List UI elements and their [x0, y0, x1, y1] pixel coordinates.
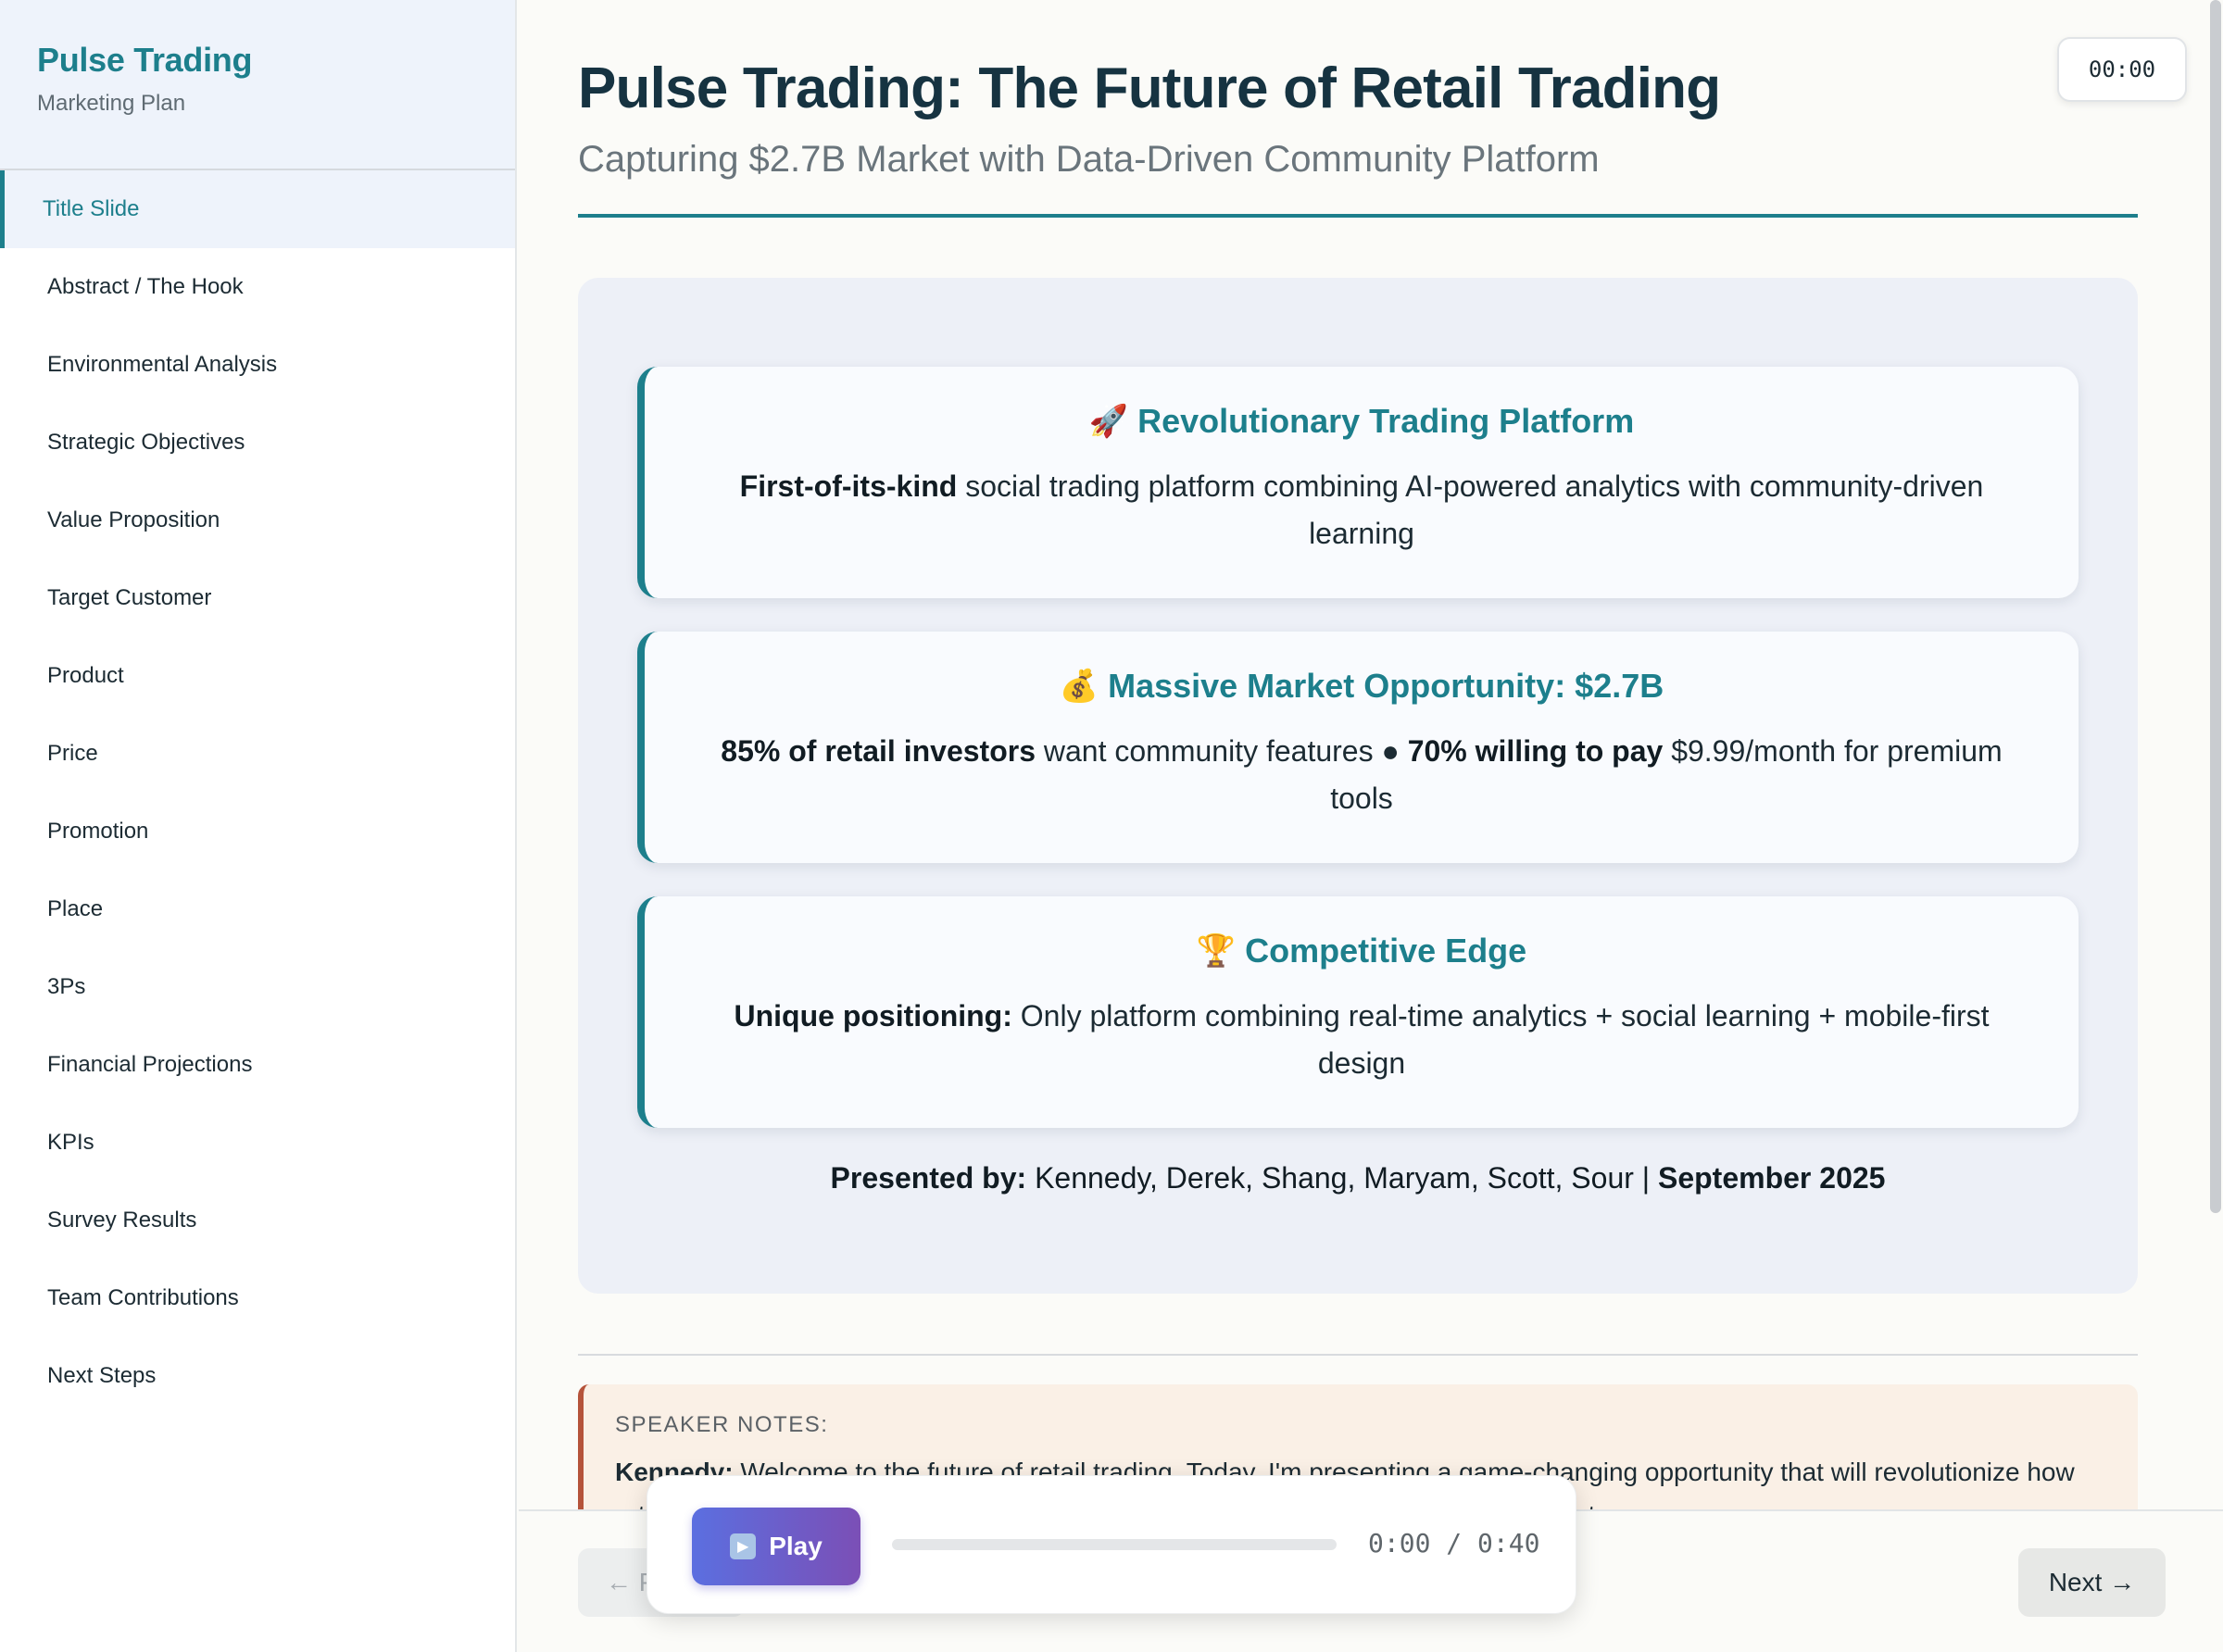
sidebar-item-financial-projections[interactable]: Financial Projections: [0, 1026, 515, 1104]
sidebar-item-kpis[interactable]: KPIs: [0, 1104, 515, 1182]
presented-date: September 2025: [1657, 1161, 1886, 1195]
rocket-icon: 🚀: [1088, 404, 1129, 439]
card-body-text: want community features ●: [1035, 734, 1408, 768]
sidebar-item-strategic-objectives[interactable]: Strategic Objectives: [0, 404, 515, 482]
presenters-line: Presented by: Kennedy, Derek, Shang, Mar…: [578, 1161, 2138, 1195]
card-market-opportunity: 💰 Massive Market Opportunity: $2.7B 85% …: [637, 632, 2079, 863]
sidebar-item-team-contributions[interactable]: Team Contributions: [0, 1259, 515, 1337]
card-body-strong: First-of-its-kind: [739, 469, 958, 503]
presented-label: Presented by:: [830, 1161, 1027, 1195]
scrollbar-thumb[interactable]: [2210, 0, 2221, 1213]
sidebar-item-next-steps[interactable]: Next Steps: [0, 1337, 515, 1415]
card-heading: 🏆 Competitive Edge: [691, 932, 2032, 970]
card-heading-text: Massive Market Opportunity: $2.7B: [1108, 667, 1664, 705]
play-icon: ▶: [730, 1533, 757, 1559]
play-button-label: Play: [769, 1532, 823, 1560]
sidebar-item-survey-results[interactable]: Survey Results: [0, 1182, 515, 1259]
sidebar-item-place[interactable]: Place: [0, 870, 515, 948]
audio-time: 0:00 / 0:40: [1368, 1528, 1540, 1558]
timer-display[interactable]: 00:00: [2057, 37, 2187, 102]
card-competitive-edge: 🏆 Competitive Edge Unique positioning: O…: [637, 896, 2079, 1128]
trophy-icon: 🏆: [1196, 933, 1237, 969]
card-body: Unique positioning: Only platform combin…: [691, 993, 2032, 1087]
card-body-strong: Unique positioning:: [734, 999, 1012, 1032]
sidebar-item-environmental-analysis[interactable]: Environmental Analysis: [0, 326, 515, 404]
card-body-strong: 85% of retail investors: [721, 734, 1036, 768]
next-button[interactable]: Next →: [2018, 1548, 2166, 1617]
notes-divider: [578, 1354, 2138, 1356]
card-heading-text: Revolutionary Trading Platform: [1137, 402, 1635, 440]
sidebar-brand: Pulse Trading Marketing Plan: [0, 0, 515, 170]
sidebar: Pulse Trading Marketing Plan Title Slide…: [0, 0, 517, 1652]
slide-nav: Title Slide Abstract / The Hook Environm…: [0, 170, 515, 1415]
money-bag-icon: 💰: [1059, 669, 1099, 704]
brand-subtitle: Marketing Plan: [37, 91, 186, 116]
sidebar-item-promotion[interactable]: Promotion: [0, 793, 515, 870]
audio-progress-bar[interactable]: [892, 1539, 1337, 1550]
speaker-notes-label: SPEAKER NOTES:: [615, 1412, 829, 1437]
card-body-strong-2: 70% willing to pay: [1407, 734, 1664, 768]
brand-title: Pulse Trading: [37, 41, 253, 79]
card-body: First-of-its-kind social trading platfor…: [691, 463, 2032, 557]
sidebar-item-abstract[interactable]: Abstract / The Hook: [0, 248, 515, 326]
card-revolutionary-platform: 🚀 Revolutionary Trading Platform First-o…: [637, 367, 2079, 598]
audio-player: ▶ Play 0:00 / 0:40: [647, 1475, 1576, 1614]
card-body-text: social trading platform combining AI-pow…: [957, 469, 1984, 550]
sidebar-item-value-proposition[interactable]: Value Proposition: [0, 482, 515, 559]
sidebar-item-3ps[interactable]: 3Ps: [0, 948, 515, 1026]
slide-content-panel: 🚀 Revolutionary Trading Platform First-o…: [578, 278, 2138, 1294]
sidebar-item-product[interactable]: Product: [0, 637, 515, 715]
slide-main: Pulse Trading: The Future of Retail Trad…: [519, 0, 2223, 1652]
sidebar-item-price[interactable]: Price: [0, 715, 515, 793]
slide-subtitle: Capturing $2.7B Market with Data-Driven …: [578, 139, 1600, 180]
title-divider: [578, 214, 2138, 218]
card-heading-text: Competitive Edge: [1245, 932, 1527, 970]
card-body: 85% of retail investors want community f…: [691, 728, 2032, 822]
sidebar-item-title-slide[interactable]: Title Slide: [0, 170, 515, 248]
card-body-text: Only platform combining real-time analyt…: [1011, 999, 1990, 1080]
sidebar-item-target-customer[interactable]: Target Customer: [0, 559, 515, 637]
card-heading: 💰 Massive Market Opportunity: $2.7B: [691, 667, 2032, 706]
presenters-names: Kennedy, Derek, Shang, Maryam, Scott, So…: [1026, 1161, 1658, 1195]
card-heading: 🚀 Revolutionary Trading Platform: [691, 402, 2032, 441]
play-button[interactable]: ▶ Play: [692, 1508, 860, 1585]
slide-title: Pulse Trading: The Future of Retail Trad…: [578, 56, 1721, 120]
